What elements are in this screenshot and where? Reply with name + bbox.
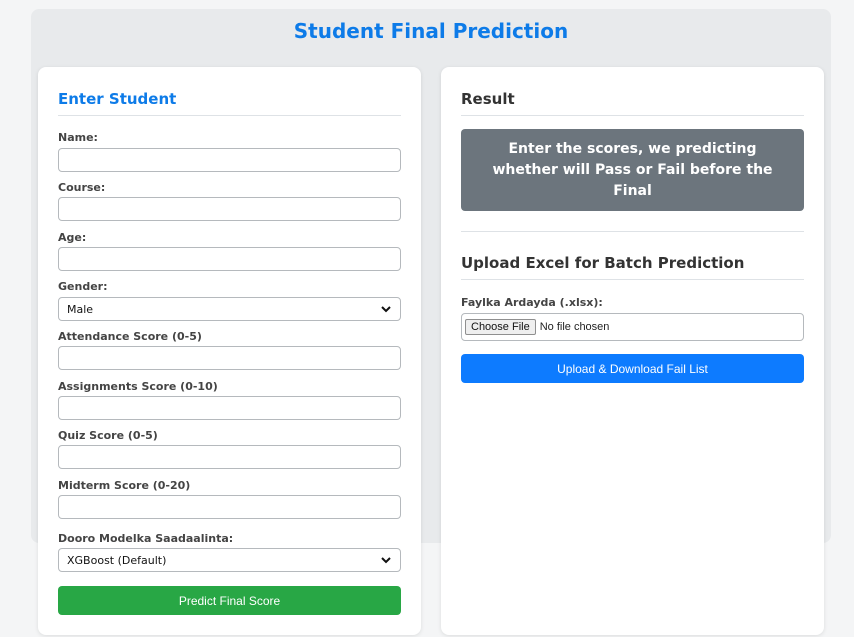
form-heading: Enter Student [58, 90, 401, 116]
result-heading: Result [461, 90, 804, 116]
model-select-value: XGBoost (Default) [67, 553, 167, 567]
assignments-input[interactable] [58, 396, 401, 420]
course-input[interactable] [58, 197, 401, 221]
file-label: Faylka Ardayda (.xlsx): [461, 296, 603, 309]
chevron-down-icon [380, 554, 392, 566]
upload-button[interactable]: Upload & Download Fail List [461, 354, 804, 383]
model-select[interactable]: XGBoost (Default) [58, 548, 401, 572]
result-card: Result Enter the scores, we predicting w… [441, 67, 824, 635]
chevron-down-icon [380, 303, 392, 315]
midterm-label: Midterm Score (0-20) [58, 479, 191, 492]
name-label: Name: [58, 131, 98, 144]
result-message: Enter the scores, we predicting whether … [461, 129, 804, 211]
quiz-label: Quiz Score (0-5) [58, 429, 158, 442]
divider [461, 231, 804, 232]
assignments-label: Assignments Score (0-10) [58, 380, 218, 393]
file-status: No file chosen [539, 321, 610, 333]
attendance-input[interactable] [58, 346, 401, 370]
choose-file-button[interactable]: Choose File [465, 319, 536, 335]
predict-button[interactable]: Predict Final Score [58, 586, 401, 615]
course-label: Course: [58, 181, 106, 194]
age-label: Age: [58, 231, 87, 244]
midterm-input[interactable] [58, 495, 401, 519]
student-form-card: Enter Student Name: Course: Age: Gender:… [38, 67, 421, 635]
gender-select[interactable]: Male [58, 297, 401, 321]
attendance-label: Attendance Score (0-5) [58, 330, 202, 343]
file-input[interactable]: Choose File No file chosen [461, 313, 804, 341]
upload-heading: Upload Excel for Batch Prediction [461, 254, 804, 280]
gender-label: Gender: [58, 280, 108, 293]
model-label: Dooro Modelka Saadaalinta: [58, 532, 234, 545]
age-input[interactable] [58, 247, 401, 271]
page-title: Student Final Prediction [293, 19, 569, 43]
name-input[interactable] [58, 148, 401, 172]
gender-select-value: Male [67, 302, 94, 316]
quiz-input[interactable] [58, 445, 401, 469]
